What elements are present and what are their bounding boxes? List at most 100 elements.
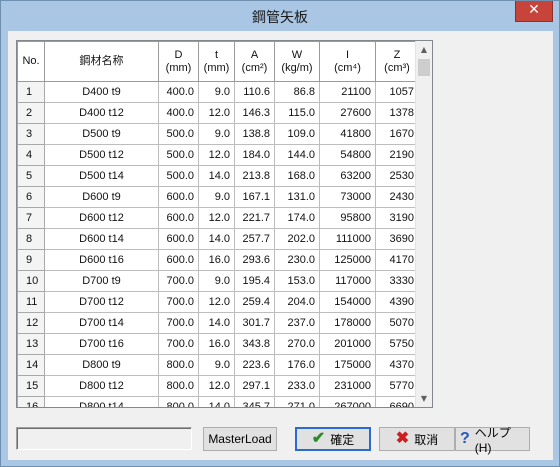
table-row[interactable]: 15 D800 t12 800.0 12.0 297.1 233.0 231000 5770 [17, 375, 419, 397]
modulus-cell[interactable]: 2190 [375, 144, 419, 166]
row-no-cell[interactable]: 3 [17, 123, 45, 145]
steel-name-cell[interactable]: D400 t9 [44, 81, 159, 103]
inertia-cell[interactable]: 63200 [319, 165, 376, 187]
masterload-button[interactable]: MasterLoad [203, 427, 277, 451]
scroll-down-arrow-icon[interactable]: ▼ [416, 390, 432, 407]
table-row[interactable]: 1 D400 t9 400.0 9.0 110.6 86.8 21100 1057 [17, 81, 419, 103]
diameter-cell[interactable]: 800.0 [158, 375, 199, 397]
steel-name-cell[interactable]: D600 t14 [44, 228, 159, 250]
steel-name-cell[interactable]: D500 t9 [44, 123, 159, 145]
area-cell[interactable]: 301.7 [234, 312, 275, 334]
modulus-cell[interactable]: 3690 [375, 228, 419, 250]
row-no-cell[interactable]: 7 [17, 207, 45, 229]
steel-name-cell[interactable]: D800 t9 [44, 354, 159, 376]
diameter-cell[interactable]: 600.0 [158, 207, 199, 229]
weight-cell[interactable]: 86.8 [274, 81, 320, 103]
diameter-cell[interactable]: 400.0 [158, 102, 199, 124]
thickness-cell[interactable]: 12.0 [198, 102, 235, 124]
row-no-cell[interactable]: 16 [17, 396, 45, 407]
modulus-cell[interactable]: 2530 [375, 165, 419, 187]
modulus-cell[interactable]: 3190 [375, 207, 419, 229]
area-cell[interactable]: 343.8 [234, 333, 275, 355]
area-cell[interactable]: 223.6 [234, 354, 275, 376]
thickness-cell[interactable]: 14.0 [198, 228, 235, 250]
inertia-cell[interactable]: 111000 [319, 228, 376, 250]
ok-button[interactable]: ✔ 確定 [295, 427, 371, 451]
inertia-cell[interactable]: 73000 [319, 186, 376, 208]
steel-name-cell[interactable]: D500 t12 [44, 144, 159, 166]
diameter-cell[interactable]: 800.0 [158, 396, 199, 407]
inertia-cell[interactable]: 267000 [319, 396, 376, 407]
close-button[interactable]: ✕ [515, 1, 553, 22]
thickness-cell[interactable]: 16.0 [198, 249, 235, 271]
steel-name-cell[interactable]: D700 t14 [44, 312, 159, 334]
modulus-cell[interactable]: 4170 [375, 249, 419, 271]
thickness-cell[interactable]: 14.0 [198, 312, 235, 334]
weight-cell[interactable]: 174.0 [274, 207, 320, 229]
table-row[interactable]: 7 D600 t12 600.0 12.0 221.7 174.0 95800 3190 [17, 207, 419, 229]
scroll-thumb[interactable] [418, 59, 430, 76]
modulus-cell[interactable]: 4370 [375, 354, 419, 376]
table-row[interactable]: 5 D500 t14 500.0 14.0 213.8 168.0 63200 2530 [17, 165, 419, 187]
diameter-cell[interactable]: 800.0 [158, 354, 199, 376]
weight-cell[interactable]: 204.0 [274, 291, 320, 313]
table-row[interactable]: 4 D500 t12 500.0 12.0 184.0 144.0 54800 2190 [17, 144, 419, 166]
diameter-cell[interactable]: 700.0 [158, 291, 199, 313]
row-no-cell[interactable]: 2 [17, 102, 45, 124]
inertia-cell[interactable]: 125000 [319, 249, 376, 271]
diameter-cell[interactable]: 700.0 [158, 333, 199, 355]
modulus-cell[interactable]: 5070 [375, 312, 419, 334]
weight-cell[interactable]: 176.0 [274, 354, 320, 376]
table-row[interactable]: 8 D600 t14 600.0 14.0 257.7 202.0 111000 3690 [17, 228, 419, 250]
steel-name-cell[interactable]: D800 t14 [44, 396, 159, 407]
modulus-cell[interactable]: 3330 [375, 270, 419, 292]
modulus-cell[interactable]: 1378 [375, 102, 419, 124]
diameter-cell[interactable]: 700.0 [158, 312, 199, 334]
table-row[interactable]: 3 D500 t9 500.0 9.0 138.8 109.0 41800 1670 [17, 123, 419, 145]
thickness-cell[interactable]: 14.0 [198, 165, 235, 187]
table-row[interactable]: 11 D700 t12 700.0 12.0 259.4 204.0 154000 4390 [17, 291, 419, 313]
weight-cell[interactable]: 233.0 [274, 375, 320, 397]
inertia-cell[interactable]: 27600 [319, 102, 376, 124]
area-cell[interactable]: 146.3 [234, 102, 275, 124]
area-cell[interactable]: 345.7 [234, 396, 275, 407]
row-no-cell[interactable]: 13 [17, 333, 45, 355]
modulus-cell[interactable]: 1670 [375, 123, 419, 145]
grid-vertical-scrollbar[interactable]: ▲ ▼ [415, 41, 432, 407]
row-no-cell[interactable]: 1 [17, 81, 45, 103]
table-row[interactable]: 6 D600 t9 600.0 9.0 167.1 131.0 73000 2430 [17, 186, 419, 208]
weight-cell[interactable]: 237.0 [274, 312, 320, 334]
weight-cell[interactable]: 153.0 [274, 270, 320, 292]
thickness-cell[interactable]: 12.0 [198, 375, 235, 397]
row-no-cell[interactable]: 12 [17, 312, 45, 334]
thickness-cell[interactable]: 12.0 [198, 207, 235, 229]
area-cell[interactable]: 184.0 [234, 144, 275, 166]
steel-name-cell[interactable]: D700 t9 [44, 270, 159, 292]
area-cell[interactable]: 138.8 [234, 123, 275, 145]
area-cell[interactable]: 213.8 [234, 165, 275, 187]
cancel-button[interactable]: ✖ 取消 [379, 427, 455, 451]
inertia-cell[interactable]: 95800 [319, 207, 376, 229]
steel-name-cell[interactable]: D800 t12 [44, 375, 159, 397]
help-button[interactable]: ? ヘルプ(H) [455, 426, 530, 455]
inertia-cell[interactable]: 21100 [319, 81, 376, 103]
weight-cell[interactable]: 202.0 [274, 228, 320, 250]
inertia-cell[interactable]: 178000 [319, 312, 376, 334]
area-cell[interactable]: 195.4 [234, 270, 275, 292]
diameter-cell[interactable]: 500.0 [158, 144, 199, 166]
area-cell[interactable]: 257.7 [234, 228, 275, 250]
row-no-cell[interactable]: 4 [17, 144, 45, 166]
modulus-cell[interactable]: 2430 [375, 186, 419, 208]
row-no-cell[interactable]: 6 [17, 186, 45, 208]
thickness-cell[interactable]: 9.0 [198, 270, 235, 292]
area-cell[interactable]: 297.1 [234, 375, 275, 397]
table-row[interactable]: 14 D800 t9 800.0 9.0 223.6 176.0 175000 4370 [17, 354, 419, 376]
inertia-cell[interactable]: 231000 [319, 375, 376, 397]
table-row[interactable]: 9 D600 t16 600.0 16.0 293.6 230.0 125000 4170 [17, 249, 419, 271]
inertia-cell[interactable]: 41800 [319, 123, 376, 145]
row-no-cell[interactable]: 14 [17, 354, 45, 376]
modulus-cell[interactable]: 5770 [375, 375, 419, 397]
inertia-cell[interactable]: 175000 [319, 354, 376, 376]
steel-name-cell[interactable]: D600 t16 [44, 249, 159, 271]
thickness-cell[interactable]: 9.0 [198, 123, 235, 145]
